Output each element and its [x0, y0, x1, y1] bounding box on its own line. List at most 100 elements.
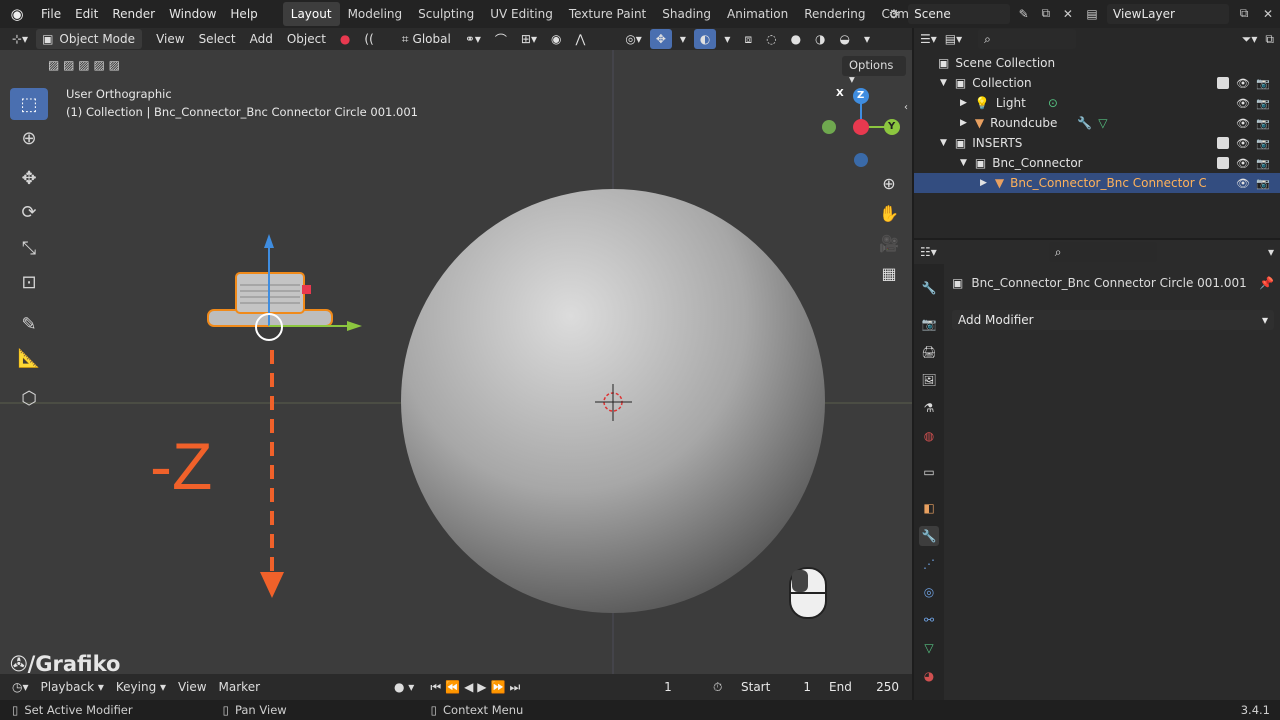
- eye-icon[interactable]: 👁: [1235, 95, 1251, 111]
- editor-type-icon[interactable]: ☰▾: [920, 32, 937, 46]
- cursor-tool-icon[interactable]: ⊕: [10, 122, 48, 154]
- tab-modeling[interactable]: Modeling: [340, 2, 411, 26]
- menu-file[interactable]: File: [34, 7, 68, 21]
- transform-affect-icon[interactable]: ((: [358, 29, 379, 49]
- rotate-tool-icon[interactable]: ⟳: [10, 196, 48, 228]
- visibility-icon[interactable]: ◎▾: [619, 29, 648, 49]
- outliner-search-input[interactable]: ⌕: [978, 29, 1077, 49]
- object-name[interactable]: Bnc_Connector_Bnc Connector Circle 001.0…: [971, 276, 1246, 290]
- tab-shading[interactable]: Shading: [654, 2, 719, 26]
- filter-icon[interactable]: ⏷▾: [1242, 32, 1258, 47]
- camera-render-icon[interactable]: 📷: [1255, 115, 1271, 131]
- start-frame-field[interactable]: Start 1: [735, 677, 817, 697]
- gizmo-toggle-icon[interactable]: ✥: [649, 29, 672, 49]
- gizmo-dropdown-icon[interactable]: ▾: [674, 29, 692, 49]
- sidebar-toggle-icon[interactable]: ‹: [900, 94, 912, 120]
- scene-name-field[interactable]: Scene: [908, 3, 1010, 24]
- new-scene-icon[interactable]: ⧉: [1038, 5, 1054, 23]
- pivot-icon[interactable]: ⚭▾: [459, 29, 487, 49]
- menu-render[interactable]: Render: [105, 7, 162, 21]
- auto-key-icon[interactable]: ● ▾: [388, 680, 420, 694]
- measure-tool-icon[interactable]: 📐: [10, 342, 48, 374]
- selection-mode-icons[interactable]: ▨ ▨ ▨ ▨ ▨: [48, 56, 148, 74]
- orientation-dropdown[interactable]: ⌗ Global: [396, 29, 457, 49]
- tab-texture-paint[interactable]: Texture Paint: [561, 2, 654, 26]
- expand-arrow-icon[interactable]: ▼: [940, 78, 947, 88]
- select-box-tool-icon[interactable]: ⬚: [10, 88, 48, 120]
- object-tab-icon[interactable]: ◧: [919, 498, 939, 518]
- close-icon[interactable]: ✕: [1060, 5, 1076, 23]
- eye-icon[interactable]: 👁: [1235, 175, 1251, 191]
- scale-tool-icon[interactable]: ⤡: [10, 232, 48, 264]
- outliner-row-scene-collection[interactable]: ▣ Scene Collection: [914, 53, 1280, 73]
- menu-keying[interactable]: Keying ▾: [110, 680, 172, 694]
- add-cube-tool-icon[interactable]: ⬡: [10, 382, 48, 414]
- eye-icon[interactable]: 👁: [1235, 75, 1251, 91]
- zoom-icon[interactable]: ⊕: [876, 170, 902, 196]
- editor-type-icon[interactable]: ◷▾: [6, 680, 35, 694]
- tool-tab-icon[interactable]: 🔧: [919, 278, 939, 298]
- modifier-tab-icon[interactable]: 🔧: [919, 526, 939, 546]
- data-tab-icon[interactable]: ▽: [919, 638, 939, 658]
- outliner-row-bnc-connector[interactable]: ▼ ▣ Bnc_Connector 👁 📷: [914, 153, 1280, 173]
- tab-uv-editing[interactable]: UV Editing: [482, 2, 561, 26]
- add-modifier-dropdown[interactable]: Add Modifier ▾: [952, 310, 1274, 330]
- expand-arrow-icon[interactable]: ▶: [980, 178, 987, 188]
- menu-add[interactable]: Add: [244, 29, 279, 49]
- camera-render-icon[interactable]: 📷: [1255, 135, 1271, 151]
- expand-arrow-icon[interactable]: ▶: [960, 98, 967, 108]
- view-layer-icon[interactable]: ▤: [1083, 5, 1101, 23]
- menu-help[interactable]: Help: [223, 7, 264, 21]
- menu-window[interactable]: Window: [162, 7, 223, 21]
- tab-animation[interactable]: Animation: [719, 2, 796, 26]
- perspective-grid-icon[interactable]: ▦: [876, 260, 902, 286]
- proportional-edit-icon[interactable]: ◉: [545, 29, 567, 49]
- end-frame-field[interactable]: End 250: [823, 677, 905, 697]
- shading-rendered-icon[interactable]: ◒: [834, 29, 856, 49]
- camera-render-icon[interactable]: 📷: [1255, 95, 1271, 111]
- move-tool-icon[interactable]: ✥: [10, 162, 48, 194]
- menu-view[interactable]: View: [150, 29, 190, 49]
- snap-target-icon[interactable]: ⊞▾: [515, 29, 543, 49]
- exclude-checkbox[interactable]: [1215, 75, 1231, 91]
- shading-solid-icon[interactable]: ●: [785, 29, 807, 49]
- editor-type-icon[interactable]: ☷▾: [920, 245, 937, 259]
- expand-arrow-icon[interactable]: ▼: [940, 138, 947, 148]
- render-tab-icon[interactable]: 📷: [919, 314, 939, 334]
- menu-view[interactable]: View: [172, 680, 212, 694]
- outliner-row-light[interactable]: ▶ 💡 Light ⊙ 👁 📷: [914, 93, 1280, 113]
- options-dropdown[interactable]: Options ▾: [842, 56, 906, 86]
- material-tab-icon[interactable]: ◕: [919, 666, 939, 686]
- menu-marker[interactable]: Marker: [213, 680, 266, 694]
- camera-icon[interactable]: 🎥: [876, 230, 902, 256]
- pan-hand-icon[interactable]: ✋: [876, 200, 902, 226]
- menu-select[interactable]: Select: [193, 29, 242, 49]
- editor-type-icon[interactable]: ⊹▾: [6, 29, 34, 49]
- physics-tab-icon[interactable]: ◎: [919, 582, 939, 602]
- outliner-row-roundcube[interactable]: ▶ ▼ Roundcube 🔧 ▽ 👁 📷: [914, 113, 1280, 133]
- display-mode-icon[interactable]: ▤▾: [945, 32, 962, 46]
- camera-render-icon[interactable]: 📷: [1255, 155, 1271, 171]
- overlay-dropdown-icon[interactable]: ▾: [718, 29, 736, 49]
- eye-icon[interactable]: 👁: [1235, 135, 1251, 151]
- eye-icon[interactable]: 👁: [1235, 115, 1251, 131]
- playback-controls-icons[interactable]: ⏮⏪◀▶⏩⏭: [424, 680, 530, 695]
- view-layer-name-field[interactable]: ViewLayer: [1107, 3, 1229, 24]
- close-icon[interactable]: ✕: [1259, 5, 1277, 23]
- scene-tab-icon[interactable]: ⚗: [919, 398, 939, 418]
- shading-wireframe-icon[interactable]: ◌: [760, 29, 782, 49]
- transform-tool-icon[interactable]: ⊡: [10, 266, 48, 298]
- light-data-icon[interactable]: ⊙: [1048, 96, 1058, 110]
- stopwatch-icon[interactable]: ⏱: [713, 680, 722, 695]
- snap-icon[interactable]: ⌒: [489, 29, 513, 49]
- overlay-toggle-icon[interactable]: ◐: [693, 29, 717, 49]
- modifier-wrench-icon[interactable]: 🔧: [1077, 116, 1092, 130]
- collection-tab-icon[interactable]: ▭: [919, 462, 939, 482]
- menu-object[interactable]: Object: [281, 29, 332, 49]
- world-tab-icon[interactable]: ◍: [919, 426, 939, 446]
- view-layer-tab-icon[interactable]: 🖼: [919, 370, 939, 390]
- options-dropdown-icon[interactable]: ▾: [1268, 245, 1274, 259]
- outliner-row-collection[interactable]: ▼ ▣ Collection 👁 📷: [914, 73, 1280, 93]
- new-layer-icon[interactable]: ⧉: [1235, 5, 1253, 23]
- tab-rendering[interactable]: Rendering: [796, 2, 873, 26]
